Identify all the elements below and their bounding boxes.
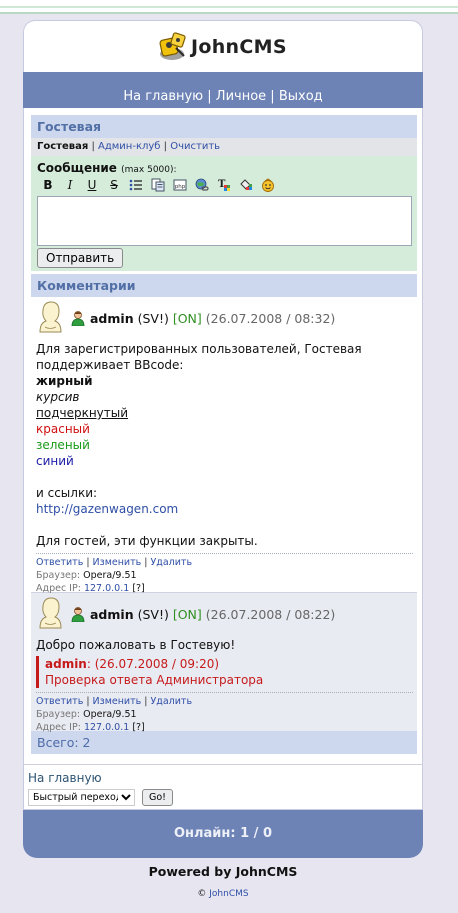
list-button[interactable]: [125, 177, 147, 193]
svg-text:php: php: [175, 184, 186, 190]
message-label: Сообщение (max 5000):: [37, 161, 177, 175]
avatar-placeholder-icon: [39, 301, 62, 333]
header: JohnCMS: [23, 20, 423, 72]
reply-time: : (26.07.2008 / 09:20): [86, 657, 220, 671]
post-external-link[interactable]: http://gazenwagen.com: [36, 502, 178, 516]
post-role: (SV!): [137, 310, 169, 326]
post-body: Для зарегистрированных пользователей, Го…: [36, 342, 362, 548]
reply-link[interactable]: Ответить: [36, 696, 83, 707]
page-container: JohnCMS На главную | Личное | Выход Гост…: [23, 20, 423, 858]
quick-jump-select[interactable]: Быстрый переход: [28, 789, 135, 806]
nav-logout-link[interactable]: Выход: [279, 89, 323, 104]
comments-header: Комментарии: [31, 274, 417, 297]
total-count: Всего: 2: [31, 731, 417, 754]
message-form: Сообщение (max 5000): B I U S php T Отпр…: [31, 156, 417, 271]
globe-link-icon: [195, 178, 209, 191]
ip-lookup-link[interactable]: [?]: [132, 583, 144, 594]
powered-by: Powered by JohnCMS: [148, 864, 298, 879]
avatar: [34, 595, 66, 633]
nav-home-link[interactable]: На главную: [123, 89, 203, 104]
message-limit: (max 5000):: [121, 165, 177, 175]
text-color-icon: T: [218, 179, 230, 191]
page-title: Гостевая: [31, 115, 417, 138]
php-button[interactable]: php: [169, 177, 191, 193]
submit-button[interactable]: Отправить: [37, 248, 124, 268]
top-nav-links: На главную | Личное | Выход: [23, 89, 423, 104]
nav-separator: |: [207, 89, 212, 104]
bbcode-toolbar: B I U S php T: [37, 177, 411, 193]
italic-button[interactable]: I: [59, 177, 81, 193]
bold-button[interactable]: B: [37, 177, 59, 193]
quote-button[interactable]: [147, 177, 169, 193]
copyright: © JohnCMS: [197, 889, 249, 899]
status-badge: [ON]: [172, 310, 202, 326]
admin-reply: admin: (26.07.2008 / 09:20) Проверка отв…: [36, 656, 417, 688]
post-author[interactable]: admin: [90, 311, 134, 326]
ip-link[interactable]: 127.0.0.1: [84, 583, 129, 594]
post-time: (26.07.2008 / 08:32): [205, 310, 336, 326]
avatar: [34, 299, 66, 337]
ip-link[interactable]: 127.0.0.1: [84, 722, 129, 733]
user-icon: [70, 606, 86, 622]
list-item: admin (SV!) [ON] (26.07.2008 / 08:22) До…: [31, 592, 417, 733]
post-time: (26.07.2008 / 08:22): [205, 606, 336, 622]
php-code-icon: php: [173, 179, 187, 191]
post-role: (SV!): [137, 606, 169, 622]
quick-jump-form: Быстрый переход Go!: [28, 789, 173, 806]
user-icon: [70, 310, 86, 326]
post-divider: [36, 553, 413, 554]
menu-admin-club-link[interactable]: Админ-клуб: [98, 141, 160, 152]
main-content: Гостевая Гостевая | Админ-клуб | Очистит…: [23, 108, 423, 764]
paint-bucket-icon: [240, 179, 252, 190]
edit-link[interactable]: Изменить: [93, 557, 142, 568]
logo-icon: [159, 32, 186, 60]
link-button[interactable]: [191, 177, 213, 193]
nav-personal-link[interactable]: Личное: [216, 89, 266, 104]
top-nav: На главную | Личное | Выход: [23, 72, 423, 108]
list-item: admin (SV!) [ON] (26.07.2008 / 08:32) Дл…: [31, 297, 417, 594]
text-color-button[interactable]: T: [213, 177, 235, 193]
smiley-icon: [262, 178, 274, 192]
post-header: admin (SV!) [ON] (26.07.2008 / 08:32): [34, 301, 417, 335]
post-browser: Браузер: Opera/9.51: [36, 570, 137, 581]
online-counter: Онлайн: 1 / 0: [23, 810, 423, 858]
post-actions: Ответить | Изменить | Удалить: [36, 557, 193, 568]
post-body: Добро пожаловать в Гостевую!: [36, 638, 236, 652]
strike-button[interactable]: S: [103, 177, 125, 193]
delete-link[interactable]: Удалить: [150, 696, 192, 707]
list-icon: [129, 179, 142, 191]
post-header: admin (SV!) [ON] (26.07.2008 / 08:22): [34, 597, 417, 631]
edit-link[interactable]: Изменить: [93, 696, 142, 707]
menu-current: Гостевая: [37, 141, 89, 152]
content-inner: Гостевая Гостевая | Админ-клуб | Очистит…: [31, 115, 417, 754]
message-textarea[interactable]: [37, 196, 412, 246]
ip-lookup-link[interactable]: [?]: [132, 722, 144, 733]
delete-link[interactable]: Удалить: [150, 557, 192, 568]
logo[interactable]: JohnCMS: [158, 31, 287, 63]
copyright-link[interactable]: JohnCMS: [209, 889, 248, 899]
footer-home-link[interactable]: На главную: [28, 771, 102, 785]
footer-nav: На главную Быстрый переход Go!: [23, 764, 423, 810]
menu-clear-link[interactable]: Очистить: [170, 141, 220, 152]
top-line: [0, 0, 458, 14]
guestbook-menu: Гостевая | Админ-клуб | Очистить: [31, 138, 417, 156]
quote-icon: [151, 178, 165, 192]
post-browser: Браузер: Opera/9.51: [36, 709, 137, 720]
status-badge: [ON]: [172, 606, 202, 622]
post-author[interactable]: admin: [90, 607, 134, 622]
background-color-button[interactable]: [235, 177, 257, 193]
reply-author: admin: [45, 657, 87, 671]
nav-separator: |: [270, 89, 275, 104]
post-divider: [36, 692, 413, 693]
underline-button[interactable]: U: [81, 177, 103, 193]
avatar-placeholder-icon: [39, 597, 62, 629]
go-button[interactable]: Go!: [142, 789, 173, 806]
reply-text: Проверка ответа Администратора: [45, 673, 264, 687]
post-actions: Ответить | Изменить | Удалить: [36, 696, 193, 707]
smiley-button[interactable]: [257, 177, 279, 193]
logo-text: JohnCMS: [191, 36, 287, 58]
reply-link[interactable]: Ответить: [36, 557, 83, 568]
